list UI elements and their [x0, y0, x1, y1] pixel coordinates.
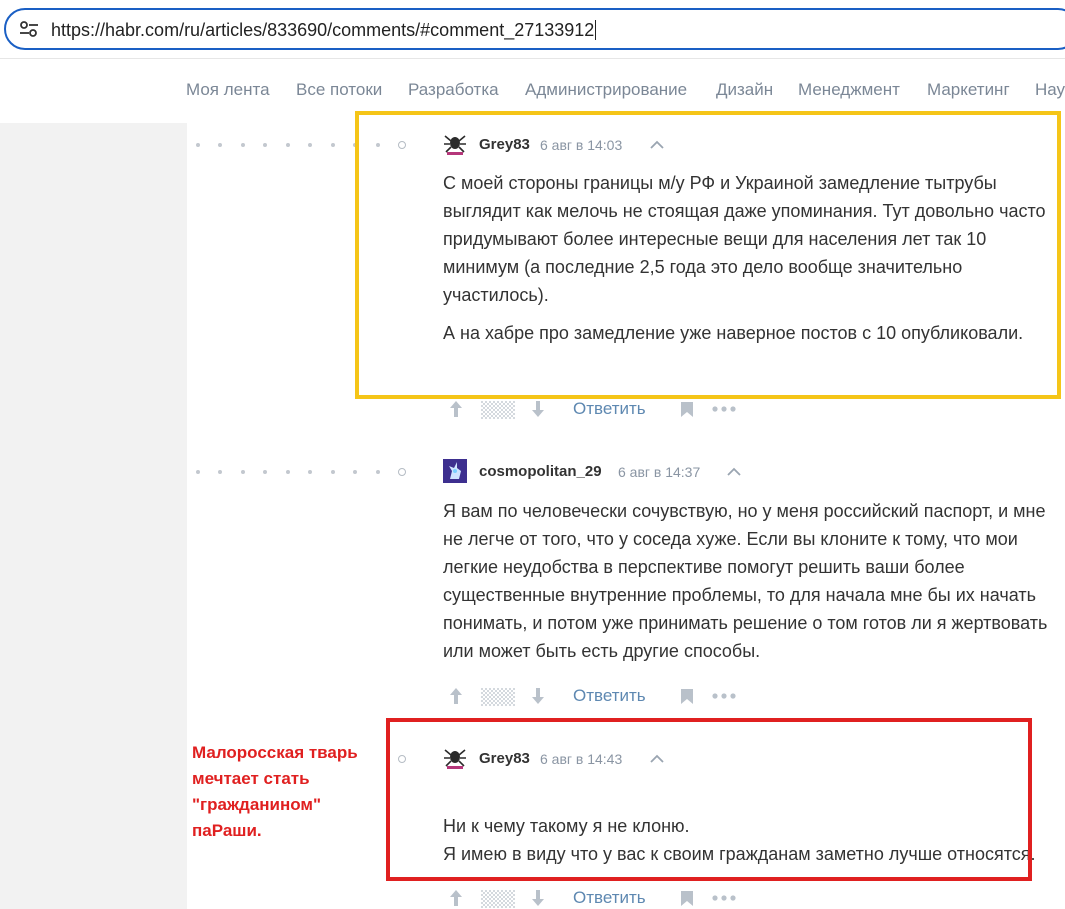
- bookmark-icon[interactable]: [680, 401, 694, 418]
- vote-score-placeholder: [481, 890, 515, 908]
- nav-item-marketing[interactable]: Маркетинг: [927, 80, 1010, 100]
- more-options-icon[interactable]: [712, 406, 736, 412]
- comment-author[interactable]: cosmopolitan_29: [479, 463, 602, 480]
- url-text[interactable]: https://habr.com/ru/articles/833690/comm…: [51, 20, 597, 41]
- vote-up-arrow-icon[interactable]: [449, 889, 463, 907]
- nav-item-management[interactable]: Менеджмент: [798, 80, 900, 100]
- vote-down-arrow-icon[interactable]: [531, 687, 545, 705]
- vote-down-arrow-icon[interactable]: [531, 889, 545, 907]
- nav-item-my-feed[interactable]: Моя лента: [186, 80, 270, 100]
- bookmark-icon[interactable]: [680, 688, 694, 705]
- address-bar[interactable]: https://habr.com/ru/articles/833690/comm…: [4, 8, 1065, 50]
- tune-icon[interactable]: [19, 20, 39, 38]
- nav-item-development[interactable]: Разработка: [408, 80, 499, 100]
- comment-date[interactable]: 6 авг в 14:37: [618, 464, 700, 480]
- more-options-icon[interactable]: [712, 693, 736, 699]
- bookmark-icon[interactable]: [680, 890, 694, 907]
- nav-item-design[interactable]: Дизайн: [716, 80, 773, 100]
- vote-score-placeholder: [481, 401, 515, 419]
- red-annotation-text: Малоросская тварь мечтает стать "граждан…: [192, 743, 358, 840]
- nav-item-all-flows[interactable]: Все потоки: [296, 80, 382, 100]
- highlight-frame-yellow: [355, 111, 1061, 399]
- nav-item-administration[interactable]: Администрирование: [525, 80, 687, 100]
- highlight-frame-red: [386, 718, 1032, 881]
- chevron-up-icon[interactable]: [727, 467, 741, 477]
- vote-up-arrow-icon[interactable]: [449, 687, 463, 705]
- reply-button[interactable]: Ответить: [573, 399, 646, 419]
- left-gutter: [0, 123, 187, 909]
- comment-paragraph: Я вам по человечески сочувствую, но у ме…: [443, 501, 1048, 661]
- reply-button[interactable]: Ответить: [573, 888, 646, 908]
- unicorn-avatar-icon[interactable]: [443, 459, 467, 483]
- more-options-icon[interactable]: [712, 895, 736, 901]
- vote-score-placeholder: [481, 688, 515, 706]
- text-caret: [595, 20, 597, 40]
- vote-up-arrow-icon[interactable]: [449, 400, 463, 418]
- vote-down-arrow-icon[interactable]: [531, 400, 545, 418]
- nav-item-science[interactable]: Нау: [1035, 80, 1065, 100]
- comment-body: Я вам по человечески сочувствую, но у ме…: [443, 497, 1053, 665]
- thread-indent-dots: [196, 468, 436, 476]
- reply-button[interactable]: Ответить: [573, 686, 646, 706]
